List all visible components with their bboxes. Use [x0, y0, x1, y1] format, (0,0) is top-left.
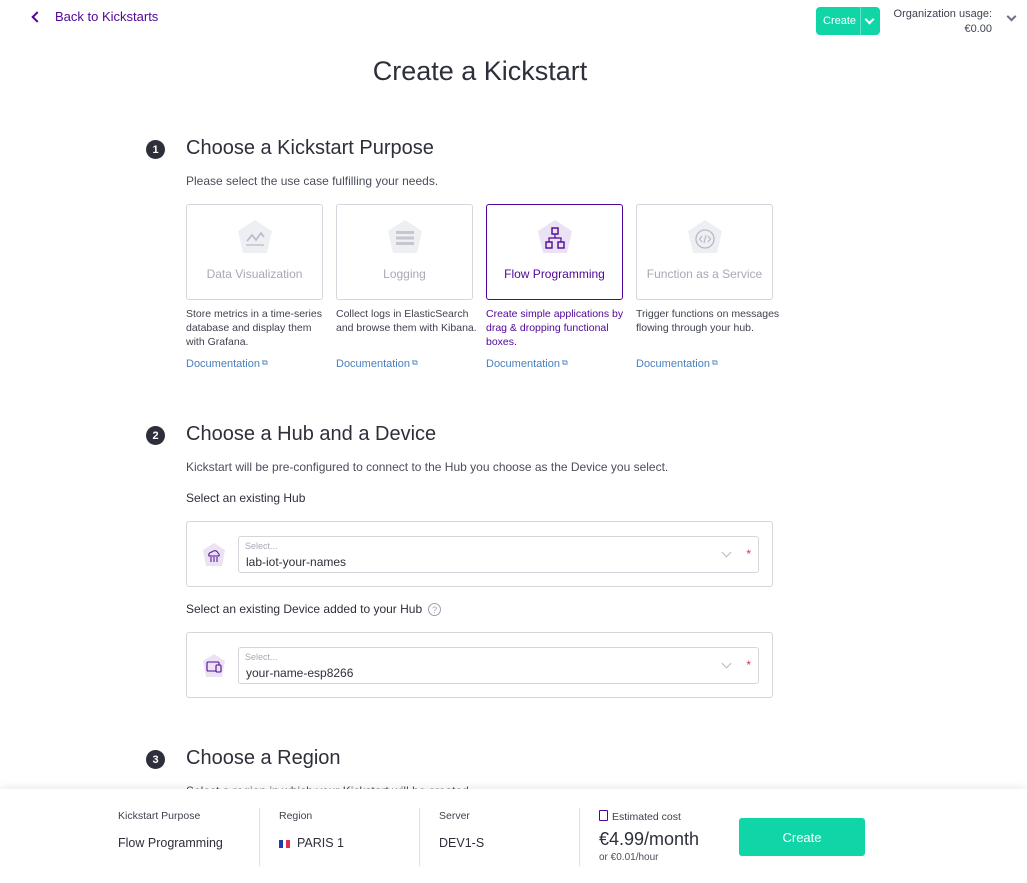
card-label: Flow Programming	[504, 267, 605, 281]
step-3-title: Choose a Region	[186, 747, 341, 769]
header-create-button[interactable]: Create	[816, 7, 880, 35]
chevron-down-icon[interactable]	[721, 547, 732, 558]
step-1-description: Please select the use case fulfilling yo…	[186, 174, 439, 188]
device-select-value: your-name-esp8266	[246, 666, 354, 680]
step-1-title: Choose a Kickstart Purpose	[186, 137, 434, 159]
back-to-kickstarts-link[interactable]: Back to Kickstarts	[30, 9, 158, 24]
organization-usage: Organization usage: €0.00	[894, 7, 992, 37]
summary-region-value: PARIS 1	[297, 836, 345, 850]
device-select-box: Select... your-name-esp8266 *	[186, 632, 773, 698]
org-menu-chevron-down-icon[interactable]	[1006, 11, 1017, 22]
step-3-number: 3	[146, 750, 165, 769]
external-link-icon: ⧉	[712, 358, 718, 367]
hub-cloud-icon	[203, 543, 225, 566]
external-link-icon: ⧉	[412, 358, 418, 367]
summary-bar: Kickstart Purpose Flow Programming Regio…	[0, 789, 1027, 883]
summary-cost-value: €4.99/month	[599, 829, 700, 849]
chevron-down-icon[interactable]	[721, 658, 732, 669]
flow-diagram-icon	[538, 220, 572, 253]
summary-cost: Estimated cost €4.99/month or €0.01/hour	[599, 810, 699, 863]
purpose-card-logging[interactable]: Logging	[336, 204, 473, 300]
documentation-link[interactable]: Documentation ⧉	[486, 358, 568, 370]
card-description: Create simple applications by drag & dro…	[486, 308, 624, 348]
device-icon	[203, 654, 225, 677]
summary-region-label: Region	[279, 810, 313, 822]
summary-server-value: DEV1-S	[439, 836, 485, 850]
device-select[interactable]: Select... your-name-esp8266 *	[238, 647, 759, 684]
step-2-description: Kickstart will be pre-configured to conn…	[186, 460, 669, 474]
page-title: Create a Kickstart	[372, 56, 588, 86]
france-flag-icon	[279, 839, 291, 848]
org-usage-value: €0.00	[964, 23, 992, 35]
summary-server-label: Server	[439, 810, 470, 822]
summary-region: Region PARIS 1	[279, 810, 344, 850]
required-marker: *	[746, 658, 751, 672]
org-usage-label: Organization usage:	[893, 8, 992, 20]
card-description: Collect logs in ElasticSearch and browse…	[336, 308, 477, 334]
summary-cost-label: Estimated cost	[612, 811, 681, 823]
required-marker: *	[746, 547, 751, 561]
hub-select-box: Select... lab-iot-your-names *	[186, 521, 773, 587]
hub-select-placeholder: Select...	[245, 541, 278, 551]
step-2-number: 2	[146, 426, 165, 445]
documentation-link[interactable]: Documentation ⧉	[636, 358, 718, 370]
purpose-card-function-as-a-service[interactable]: Function as a Service	[636, 204, 773, 300]
log-list-icon	[388, 220, 422, 253]
summary-purpose-label: Kickstart Purpose	[118, 810, 201, 822]
summary-purpose: Kickstart Purpose Flow Programming	[118, 810, 223, 850]
hub-select[interactable]: Select... lab-iot-your-names *	[238, 536, 759, 573]
card-description: Store metrics in a time-series database …	[186, 308, 322, 348]
device-select-label: Select an existing Device added to your …	[186, 602, 442, 617]
hub-select-value: lab-iot-your-names	[246, 555, 347, 569]
external-link-icon: ⧉	[562, 358, 568, 367]
card-description: Trigger functions on messages flowing th…	[636, 308, 780, 334]
purpose-card-flow-programming[interactable]: Flow Programming	[486, 204, 623, 300]
summary-server: Server DEV1-S	[439, 810, 484, 850]
summary-purpose-value: Flow Programming	[118, 836, 223, 850]
card-label: Function as a Service	[646, 267, 763, 281]
create-kickstart-button[interactable]: Create	[739, 818, 865, 856]
external-link-icon: ⧉	[262, 358, 268, 367]
documentation-link[interactable]: Documentation ⧉	[336, 358, 418, 370]
header-create-label: Create	[823, 15, 857, 27]
card-label: Data Visualization	[206, 267, 303, 281]
card-label: Logging	[383, 267, 426, 281]
chart-line-icon	[238, 220, 272, 253]
chevron-left-icon	[31, 10, 43, 23]
help-icon[interactable]: ?	[428, 603, 442, 617]
step-1-number: 1	[146, 140, 165, 159]
back-link-label: Back to Kickstarts	[55, 9, 159, 24]
device-select-placeholder: Select...	[245, 652, 278, 662]
documentation-link[interactable]: Documentation ⧉	[186, 358, 268, 370]
calculator-icon	[599, 810, 608, 821]
purpose-card-data-visualization[interactable]: Data Visualization	[186, 204, 323, 300]
chevron-down-icon[interactable]	[864, 14, 875, 25]
step-2-title: Choose a Hub and a Device	[186, 423, 437, 445]
code-icon	[688, 220, 722, 253]
summary-cost-hourly: or €0.01/hour	[599, 852, 659, 863]
hub-select-label: Select an existing Hub	[186, 491, 306, 505]
